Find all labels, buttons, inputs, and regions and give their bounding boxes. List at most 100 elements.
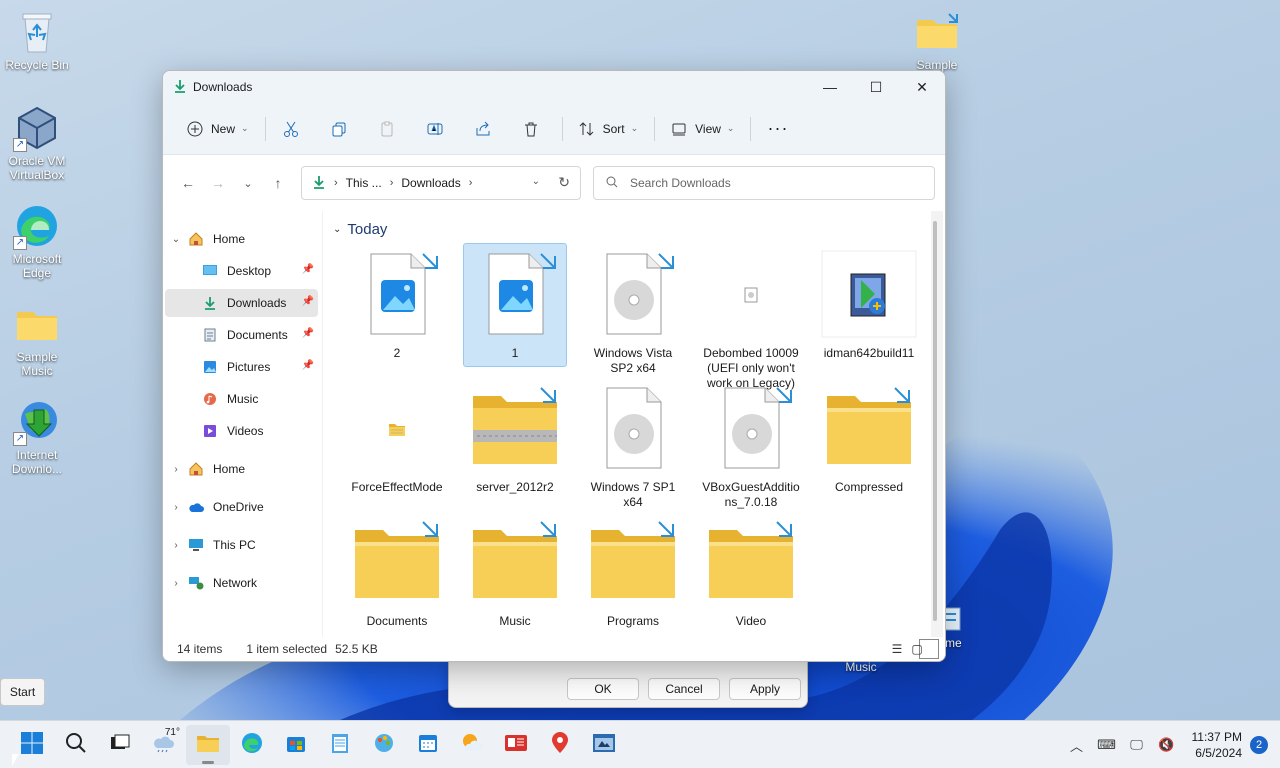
show-hidden-icons-chevron-up-icon[interactable]: ︿	[1062, 736, 1092, 755]
pin-icon[interactable]: 📌	[302, 296, 314, 307]
clock[interactable]: 11:37 PM 6/5/2024	[1192, 729, 1242, 761]
desktop-icon-sample-music[interactable]: Sample Music	[0, 300, 74, 378]
sidebar-item-desktop[interactable]: Desktop 📌	[165, 257, 318, 285]
recent-locations-button[interactable]: ⌄	[233, 168, 263, 198]
desktop-icon-virtualbox[interactable]: ↗ Oracle VM VirtualBox	[0, 104, 74, 182]
sidebar-item-pictures[interactable]: Pictures 📌	[165, 353, 318, 381]
back-button[interactable]: ←	[173, 168, 203, 198]
breadcrumb-downloads[interactable]: Downloads	[401, 176, 460, 190]
file-item[interactable]: Programs	[581, 511, 685, 633]
cancel-button[interactable]: Cancel	[648, 678, 720, 700]
sidebar-item-videos[interactable]: Videos	[165, 417, 318, 445]
sidebar-item-home-2[interactable]: › Home	[165, 455, 318, 483]
task-view-button[interactable]	[98, 725, 142, 765]
status-bar: 14 items 1 item selected 52.5 KB ☰ ▢	[163, 637, 945, 661]
app-10-taskbar-button[interactable]	[582, 725, 626, 765]
paint-taskbar-button[interactable]	[362, 725, 406, 765]
network-status-icon[interactable]: 🖵	[1122, 737, 1152, 753]
file-item[interactable]: ForceEffectMode	[345, 377, 449, 501]
search-taskbar-button[interactable]	[54, 725, 98, 765]
title-bar[interactable]: Downloads — ☐ ✕	[163, 71, 945, 103]
more-options-button[interactable]: ···	[759, 113, 796, 145]
address-bar[interactable]: › This ... › Downloads › ⌄ ↻	[301, 166, 581, 200]
close-icon: ✕	[916, 78, 928, 95]
cut-button[interactable]	[274, 113, 308, 145]
forward-button[interactable]: →	[203, 168, 233, 198]
maximize-button[interactable]: ☐	[853, 71, 899, 103]
edge-icon	[240, 731, 264, 758]
file-item[interactable]: Debombed 10009 (UEFI only won't work on …	[699, 243, 803, 390]
paste-button[interactable]	[370, 113, 404, 145]
address-history-icon[interactable]: ⌄	[532, 176, 540, 187]
edge-taskbar-button[interactable]	[230, 725, 274, 765]
sidebar-item-onedrive[interactable]: › OneDrive	[165, 493, 318, 521]
file-item[interactable]: Documents	[345, 511, 449, 633]
idm-globe-icon: ↗	[13, 398, 61, 446]
rename-button[interactable]	[418, 113, 452, 145]
vertical-scrollbar-thumb[interactable]	[933, 221, 937, 621]
view-button[interactable]: View ⌄	[663, 113, 742, 145]
delete-button[interactable]	[514, 113, 548, 145]
close-button[interactable]: ✕	[899, 71, 945, 103]
file-item[interactable]: 2	[345, 243, 449, 367]
desktop-icon-music-label[interactable]: Music	[824, 660, 898, 674]
file-explorer-window[interactable]: Downloads — ☐ ✕ New ⌄ Sort ⌄ View ⌄ ··· …	[162, 70, 946, 662]
pin-icon[interactable]: 📌	[302, 328, 314, 339]
desktop-icon-internet-download-manager[interactable]: ↗ Internet Downlo...	[0, 398, 74, 476]
share-button[interactable]	[466, 113, 500, 145]
news-taskbar-button[interactable]	[494, 725, 538, 765]
sort-button[interactable]: Sort ⌄	[571, 113, 647, 145]
file-item[interactable]: Windows Vista SP2 x64	[581, 243, 685, 375]
search-icon	[65, 732, 87, 757]
file-item[interactable]: server_2012r2	[463, 377, 567, 501]
desktop-icon-edge[interactable]: ↗ Microsoft Edge	[0, 202, 74, 280]
store-taskbar-button[interactable]	[274, 725, 318, 765]
sidebar-item-home[interactable]: ⌄ Home	[165, 225, 318, 253]
notification-badge[interactable]: 2	[1250, 736, 1268, 754]
ok-button[interactable]: OK	[567, 678, 639, 700]
notepad-taskbar-button[interactable]	[318, 725, 362, 765]
file-item[interactable]: Video	[699, 511, 803, 633]
toolbar-divider	[561, 116, 563, 141]
file-item[interactable]: idman642build11	[817, 243, 921, 367]
sidebar-item-this-pc[interactable]: › This PC	[165, 531, 318, 559]
file-item[interactable]: Music	[463, 511, 567, 633]
search-input[interactable]: Search Downloads	[630, 176, 731, 190]
new-button[interactable]: New ⌄	[179, 113, 257, 145]
file-item[interactable]: VBoxGuestAdditions_7.0.18	[699, 377, 803, 509]
file-explorer-taskbar-button[interactable]	[186, 724, 230, 765]
tiles-view-button[interactable]: ▢	[911, 639, 939, 659]
file-list-pane[interactable]: ⌄ Today 2 1 Windows Vista SP2 x64 Debombed …	[323, 211, 945, 637]
weather-app-taskbar-button[interactable]	[450, 725, 494, 765]
pin-icon[interactable]: 📌	[302, 360, 314, 371]
chevron-right-icon: ›	[174, 463, 178, 475]
desktop-icon-sample[interactable]: Sample	[900, 8, 974, 72]
copy-button[interactable]	[322, 113, 356, 145]
up-button[interactable]: ↑	[263, 168, 293, 198]
sidebar-item-network[interactable]: › Network	[165, 569, 318, 597]
view-icon	[671, 121, 687, 137]
file-item[interactable]: Compressed	[817, 377, 921, 501]
apply-button[interactable]: Apply	[729, 678, 801, 700]
volume-muted-icon[interactable]: 🔇	[1152, 737, 1182, 753]
sidebar-item-documents[interactable]: Documents 📌	[165, 321, 318, 349]
group-header-today[interactable]: ⌄ Today	[329, 215, 945, 243]
minimize-button[interactable]: —	[807, 71, 853, 103]
refresh-icon[interactable]: ↻	[558, 174, 570, 191]
weather-widget[interactable]: 71°	[142, 725, 186, 765]
file-item[interactable]: Windows 7 SP1 x64	[581, 377, 685, 509]
calendar-taskbar-button[interactable]	[406, 725, 450, 765]
sidebar-item-downloads[interactable]: Downloads 📌	[165, 289, 318, 317]
file-name: server_2012r2	[476, 480, 554, 494]
sidebar-item-music[interactable]: Music	[165, 385, 318, 413]
network-icon	[187, 575, 205, 591]
map-pin-icon	[550, 731, 570, 758]
search-box[interactable]: Search Downloads	[593, 166, 935, 200]
maps-taskbar-button[interactable]	[538, 725, 582, 765]
desktop-icon-recycle-bin[interactable]: Recycle Bin	[0, 8, 74, 72]
pin-icon[interactable]: 📌	[302, 264, 314, 275]
breadcrumb-this-pc[interactable]: This ...	[346, 176, 382, 190]
keyboard-icon[interactable]: ⌨	[1092, 737, 1122, 753]
file-item[interactable]: 1	[463, 243, 567, 367]
vertical-scrollbar-track[interactable]	[931, 211, 943, 637]
